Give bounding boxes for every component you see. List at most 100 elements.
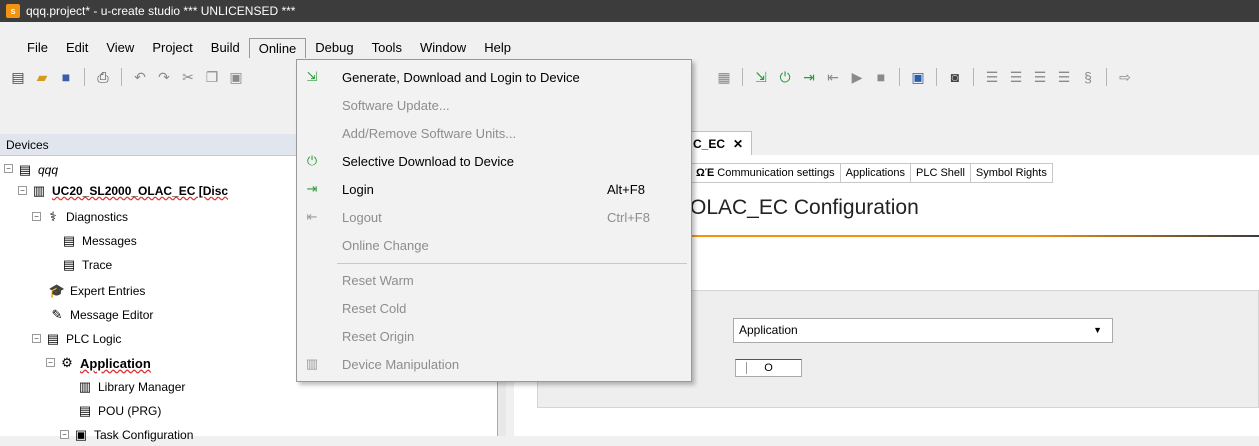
collapse-toggle[interactable]: − bbox=[60, 430, 69, 439]
communication-settings-icon: ΩΈ bbox=[696, 167, 715, 179]
menu-item-software-update[interactable]: Software Update... bbox=[297, 91, 691, 119]
menu-item-shortcut: Ctrl+F8 bbox=[607, 209, 650, 225]
tree-node-device[interactable]: ▥ UC20_SL2000_OLAC_EC [Disc bbox=[30, 180, 228, 202]
project-icon: ▤ bbox=[18, 162, 32, 177]
logout-icon[interactable]: ⇤ bbox=[823, 67, 843, 87]
menu-item-reset-warm[interactable]: Reset Warm bbox=[297, 266, 691, 294]
tab-communication-settings[interactable]: ΩΈ Communication settings bbox=[690, 163, 841, 183]
menu-item-selective-download[interactable]: ⏻ Selective Download to Device bbox=[297, 147, 691, 175]
menu-item-reset-origin[interactable]: Reset Origin bbox=[297, 322, 691, 350]
menu-item-label: Add/Remove Software Units... bbox=[342, 125, 517, 141]
diagnostics-icon: ⚕ bbox=[49, 209, 57, 224]
copy-icon[interactable]: ❐ bbox=[202, 67, 222, 87]
step-over-icon[interactable]: ☰ bbox=[982, 67, 1002, 87]
selective-download-icon: ⏻ bbox=[306, 153, 318, 168]
tree-node-label: PLC Logic bbox=[66, 332, 122, 346]
tree-node-label: Trace bbox=[82, 258, 113, 272]
start-icon[interactable]: ▶ bbox=[847, 67, 867, 87]
collapse-toggle[interactable]: − bbox=[32, 212, 41, 221]
menu-item-reset-cold[interactable]: Reset Cold bbox=[297, 294, 691, 322]
collapse-toggle[interactable]: − bbox=[32, 334, 41, 343]
toolbar-separator bbox=[899, 68, 900, 86]
collapse-toggle[interactable]: − bbox=[4, 164, 13, 173]
menu-help[interactable]: Help bbox=[475, 38, 520, 58]
chevron-down-icon: ▼ bbox=[1093, 325, 1102, 335]
menu-edit[interactable]: Edit bbox=[57, 38, 97, 58]
tree-node-label: Expert Entries bbox=[70, 284, 146, 298]
application-select-value: Application bbox=[739, 323, 798, 337]
device-icon: ▥ bbox=[32, 183, 46, 198]
menu-item-shortcut: Alt+F8 bbox=[607, 181, 645, 197]
stop-icon[interactable]: ■ bbox=[871, 67, 891, 87]
menu-project[interactable]: Project bbox=[143, 38, 201, 58]
menu-item-login[interactable]: ⇥ Login Alt+F8 bbox=[297, 175, 691, 203]
new-project-icon[interactable]: ▤ bbox=[8, 67, 28, 87]
menu-tools[interactable]: Tools bbox=[363, 38, 411, 58]
menu-window[interactable]: Window bbox=[411, 38, 475, 58]
toolbar-separator bbox=[84, 68, 85, 86]
menu-item-generate-download-login[interactable]: ⇲ Generate, Download and Login to Device bbox=[297, 63, 691, 91]
watch-icon[interactable]: ◙ bbox=[945, 67, 965, 87]
tree-node-application[interactable]: ⚙ Application bbox=[58, 352, 151, 374]
generate-download-login-icon[interactable]: ⇲ bbox=[751, 67, 771, 87]
save-icon[interactable]: ■ bbox=[56, 67, 76, 87]
tree-node-diagnostics[interactable]: ⚕ Diagnostics bbox=[44, 206, 128, 228]
step-into-icon[interactable]: ☰ bbox=[1006, 67, 1026, 87]
menu-debug[interactable]: Debug bbox=[306, 38, 362, 58]
monitor-icon[interactable]: ▣ bbox=[908, 67, 928, 87]
menu-item-online-change[interactable]: Online Change bbox=[297, 231, 691, 259]
tree-node-project[interactable]: ▤ qqq bbox=[16, 159, 58, 181]
tab-plc-shell[interactable]: PLC Shell bbox=[910, 163, 971, 183]
login-icon[interactable]: ⇥ bbox=[799, 67, 819, 87]
paste-icon[interactable]: ▣ bbox=[226, 67, 246, 87]
cut-icon[interactable]: ✂ bbox=[178, 67, 198, 87]
device-icon[interactable]: ▦ bbox=[714, 67, 734, 87]
close-icon[interactable]: ✕ bbox=[733, 137, 743, 151]
application-select[interactable]: Application ▼ bbox=[733, 318, 1113, 343]
menu-item-label: Reset Warm bbox=[342, 272, 414, 288]
tab-symbol-rights[interactable]: Symbol Rights bbox=[970, 163, 1053, 183]
menu-item-device-manipulation[interactable]: ▥ Device Manipulation bbox=[297, 350, 691, 378]
editor-tab[interactable]: C_EC ✕ bbox=[690, 131, 753, 155]
open-project-icon[interactable]: ▰ bbox=[32, 67, 52, 87]
menu-online[interactable]: Online bbox=[248, 38, 307, 58]
collapse-toggle[interactable]: − bbox=[18, 186, 27, 195]
logout-icon: ⇤ bbox=[306, 209, 318, 224]
tab-applications[interactable]: Applications bbox=[840, 163, 911, 183]
tree-node-label: Diagnostics bbox=[66, 210, 129, 224]
tree-node-expert-entries[interactable]: 🎓 Expert Entries bbox=[48, 280, 145, 302]
print-icon[interactable]: ⎙ bbox=[93, 67, 113, 87]
toolbar-separator bbox=[973, 68, 974, 86]
application-icon: ⚙ bbox=[61, 355, 73, 370]
run-to-cursor-icon[interactable]: ☰ bbox=[1054, 67, 1074, 87]
tree-node-pou[interactable]: ▤ POU (PRG) bbox=[76, 400, 162, 422]
menu-file[interactable]: File bbox=[18, 38, 57, 58]
undo-icon[interactable]: ↶ bbox=[130, 67, 150, 87]
tree-node-task-configuration[interactable]: ▣ Task Configuration bbox=[72, 424, 194, 446]
tree-node-trace[interactable]: ▤ Trace bbox=[60, 254, 112, 276]
title-divider bbox=[690, 235, 1259, 237]
menu-item-add-remove-software-units[interactable]: Add/Remove Software Units... bbox=[297, 119, 691, 147]
generate-download-login-icon: ⇲ bbox=[306, 69, 318, 84]
menu-build[interactable]: Build bbox=[202, 38, 249, 58]
menu-view[interactable]: View bbox=[97, 38, 143, 58]
menu-item-label: Selective Download to Device bbox=[342, 153, 514, 169]
step-out-icon[interactable]: ☰ bbox=[1030, 67, 1050, 87]
redo-icon[interactable]: ↷ bbox=[154, 67, 174, 87]
toggle-switch[interactable]: O bbox=[735, 359, 802, 377]
pou-icon: ▤ bbox=[78, 403, 92, 418]
toolbar-separator bbox=[121, 68, 122, 86]
collapse-toggle[interactable]: − bbox=[46, 358, 55, 367]
tree-node-message-editor[interactable]: ✎ Message Editor bbox=[48, 304, 154, 326]
tree-node-plc-logic[interactable]: ▤ PLC Logic bbox=[44, 328, 122, 350]
window-title: qqq.project* - u-create studio *** UNLIC… bbox=[26, 4, 296, 18]
menu-item-logout[interactable]: ⇤ Logout Ctrl+F8 bbox=[297, 203, 691, 231]
tree-node-label: Library Manager bbox=[98, 380, 186, 394]
editor-tab-label: C_EC bbox=[693, 136, 726, 151]
tree-node-messages[interactable]: ▤ Messages bbox=[60, 230, 137, 252]
tree-node-library-manager[interactable]: ▥ Library Manager bbox=[76, 376, 186, 398]
next-statement-icon[interactable]: ⇨ bbox=[1115, 67, 1135, 87]
breakpoint-icon[interactable]: § bbox=[1078, 67, 1098, 87]
selective-download-icon[interactable]: ⏻ bbox=[775, 67, 795, 87]
plc-logic-icon: ▤ bbox=[46, 331, 60, 346]
